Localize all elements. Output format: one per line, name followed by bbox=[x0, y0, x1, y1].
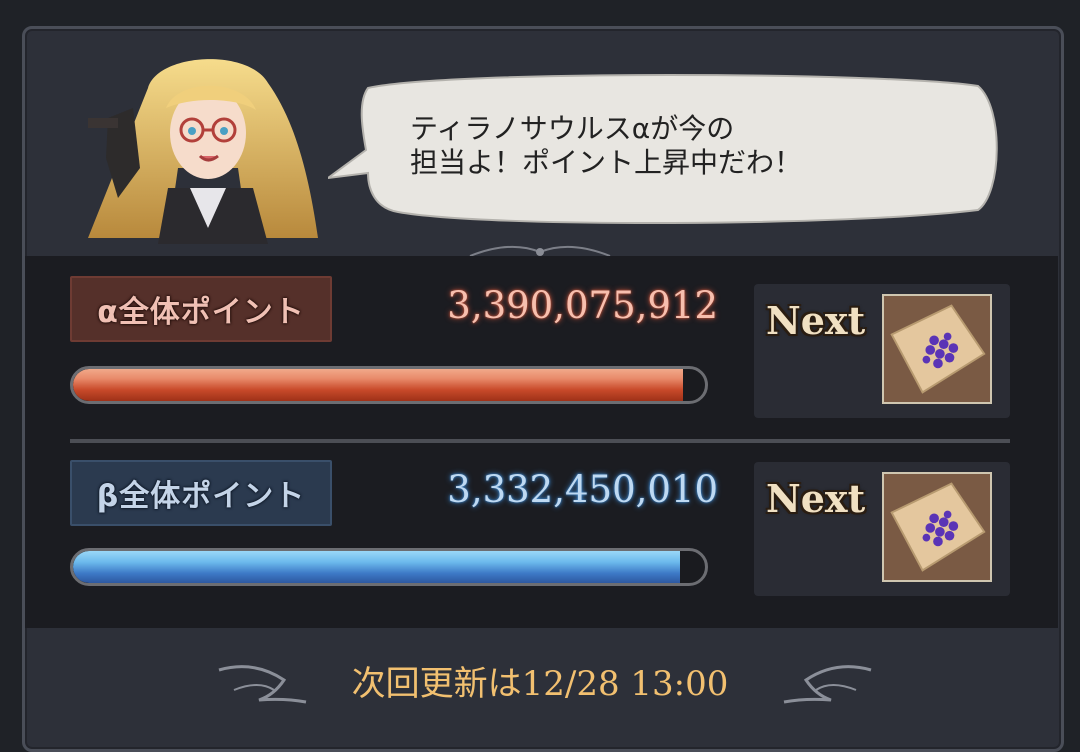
next-label: Next bbox=[766, 476, 866, 521]
alpha-points-value: 3,390,075,912 bbox=[447, 284, 718, 327]
beta-points-value: 3,332,450,010 bbox=[447, 468, 718, 511]
section-divider bbox=[70, 439, 1010, 443]
beta-next-reward[interactable]: Next bbox=[754, 462, 1010, 596]
alpha-next-reward[interactable]: Next bbox=[754, 284, 1010, 418]
speech-text: ティラノサウルスαが今の 担当よ！ポイント上昇中だわ！ bbox=[410, 112, 803, 179]
alpha-points-label: α全体ポイント bbox=[70, 276, 332, 342]
alpha-progress-fill bbox=[73, 369, 683, 401]
beta-points-label: β全体ポイント bbox=[70, 460, 332, 526]
next-label: Next bbox=[766, 298, 866, 343]
berries-on-cloth-icon bbox=[882, 472, 992, 582]
next-update-text: 次回更新は12/28 13:00 bbox=[351, 664, 729, 704]
beta-progress-bar bbox=[70, 548, 708, 586]
beta-progress-fill bbox=[73, 551, 680, 583]
berries-on-cloth-icon bbox=[882, 294, 992, 404]
character-portrait bbox=[88, 59, 318, 244]
right-ornament bbox=[783, 665, 872, 704]
alpha-progress-bar bbox=[70, 366, 708, 404]
